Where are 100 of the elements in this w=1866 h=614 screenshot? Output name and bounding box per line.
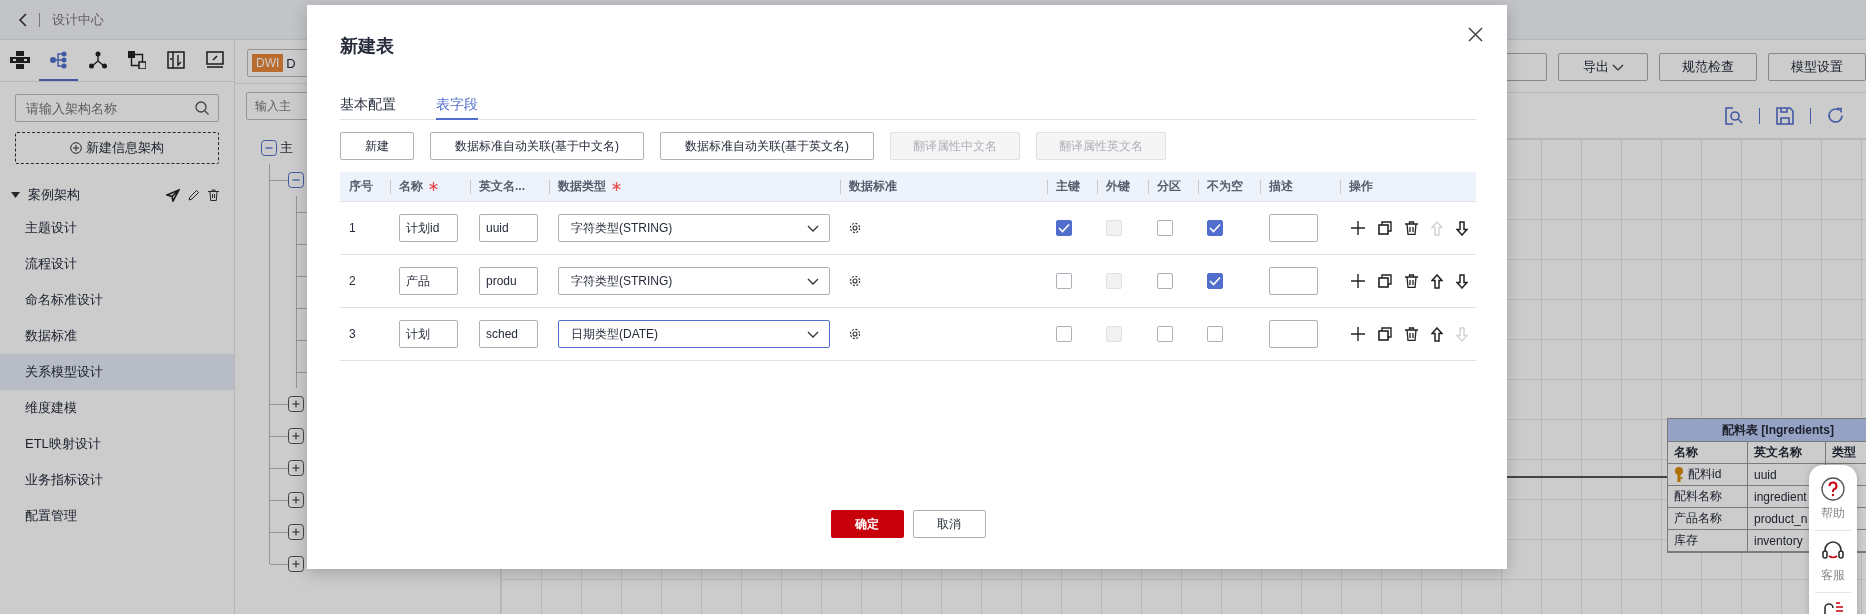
checkbox[interactable] bbox=[1056, 273, 1072, 289]
column-header: 名称 bbox=[1668, 442, 1748, 464]
data-type-select[interactable]: 日期类型(DATE) bbox=[558, 320, 830, 348]
close-icon[interactable] bbox=[1468, 27, 1483, 42]
collapse-icon[interactable] bbox=[261, 140, 277, 156]
feedback-icon bbox=[1822, 601, 1844, 614]
field-name: 配料名称 bbox=[1674, 488, 1722, 505]
field-name: 配料id bbox=[1688, 466, 1722, 483]
plus-circle-icon bbox=[70, 142, 82, 154]
sidebar-item[interactable]: 配置管理 bbox=[0, 498, 234, 534]
checkbox[interactable] bbox=[1157, 220, 1173, 236]
expand-icon[interactable] bbox=[288, 556, 304, 572]
entity-title: 配料表 [Ingredients] bbox=[1668, 419, 1866, 442]
description-input[interactable] bbox=[1269, 267, 1318, 295]
tab[interactable]: 表字段 bbox=[436, 90, 478, 120]
settings-icon[interactable] bbox=[849, 222, 861, 234]
column-header: 描述 bbox=[1269, 178, 1293, 195]
expand-icon[interactable] bbox=[288, 492, 304, 508]
name-input[interactable]: 计划 bbox=[399, 320, 458, 348]
expand-icon[interactable] bbox=[288, 524, 304, 540]
caret-icon[interactable] bbox=[11, 192, 20, 198]
checkbox[interactable] bbox=[1207, 326, 1223, 342]
tree-node-label[interactable]: 主 bbox=[280, 139, 293, 157]
checkbox[interactable] bbox=[1157, 273, 1173, 289]
add-icon[interactable] bbox=[1351, 274, 1365, 288]
sidebar-item[interactable]: 关系模型设计 bbox=[0, 354, 234, 390]
copy-icon[interactable] bbox=[1378, 327, 1392, 341]
grid-nodes-icon bbox=[9, 50, 30, 69]
zoom-fit-icon[interactable] bbox=[1725, 106, 1743, 125]
expand-icon[interactable] bbox=[288, 428, 304, 444]
move-down-icon[interactable] bbox=[1456, 220, 1468, 236]
help-icon bbox=[1821, 477, 1845, 501]
english-name-input[interactable]: sched bbox=[479, 320, 538, 348]
tab[interactable]: 基本配置 bbox=[340, 90, 396, 120]
sidebar-item[interactable]: 数据标准 bbox=[0, 318, 234, 354]
send-icon[interactable] bbox=[166, 188, 180, 202]
toolbar-button[interactable]: 新建 bbox=[340, 132, 414, 160]
checkbox[interactable] bbox=[1157, 326, 1173, 342]
expand-icon[interactable] bbox=[288, 460, 304, 476]
back-icon[interactable] bbox=[18, 12, 27, 27]
column-header: 名称 bbox=[399, 178, 423, 195]
delete-icon[interactable] bbox=[1405, 274, 1418, 288]
add-icon[interactable] bbox=[1351, 221, 1365, 235]
search-icon bbox=[195, 101, 209, 115]
move-up-icon[interactable] bbox=[1431, 273, 1443, 289]
checkbox[interactable] bbox=[1207, 220, 1223, 236]
field-name: 库存 bbox=[1674, 532, 1698, 549]
english-name-input[interactable]: uuid bbox=[479, 214, 538, 242]
search-field[interactable]: 请输入架构名称 bbox=[15, 94, 219, 122]
toolbar-button[interactable]: 模型设置 bbox=[1768, 53, 1866, 81]
delete-icon[interactable] bbox=[208, 189, 219, 201]
save-icon[interactable] bbox=[1776, 106, 1794, 125]
field-name: 产品名称 bbox=[1674, 510, 1722, 527]
delete-icon[interactable] bbox=[1405, 327, 1418, 341]
description-input[interactable] bbox=[1269, 320, 1318, 348]
help-widget-item[interactable] bbox=[1822, 599, 1844, 614]
description-input[interactable] bbox=[1269, 214, 1318, 242]
data-type-select[interactable]: 字符类型(STRING) bbox=[558, 214, 830, 242]
new-architecture-button[interactable]: 新建信息架构 bbox=[15, 132, 219, 164]
checkbox[interactable] bbox=[1056, 220, 1072, 236]
english-name-input[interactable]: produ bbox=[479, 267, 538, 295]
edit-icon[interactable] bbox=[188, 189, 200, 201]
toolbar-button[interactable]: 数据标准自动关联(基于英文名) bbox=[660, 132, 874, 160]
collapse-icon[interactable] bbox=[288, 172, 304, 188]
refresh-icon[interactable] bbox=[1827, 107, 1844, 124]
sidebar-item[interactable]: 维度建模 bbox=[0, 390, 234, 426]
toolbar-button[interactable]: 导出 bbox=[1558, 53, 1648, 81]
name-input[interactable]: 产品 bbox=[399, 267, 458, 295]
layer-name: D bbox=[286, 55, 296, 71]
expand-icon[interactable] bbox=[288, 396, 304, 412]
settings-icon[interactable] bbox=[849, 328, 861, 340]
column-header: 序号 bbox=[349, 178, 373, 195]
checkbox[interactable] bbox=[1207, 273, 1223, 289]
flowchart-icon bbox=[127, 50, 146, 69]
row-number: 1 bbox=[349, 221, 356, 235]
move-up-icon[interactable] bbox=[1431, 326, 1443, 342]
add-icon[interactable] bbox=[1351, 327, 1365, 341]
monitor-icon bbox=[205, 50, 224, 69]
copy-icon[interactable] bbox=[1378, 221, 1392, 235]
column-header: 外键 bbox=[1106, 178, 1130, 195]
confirm-button[interactable]: 确定 bbox=[830, 510, 904, 538]
tree-label[interactable]: 案例架构 bbox=[28, 186, 158, 204]
sidebar-item[interactable]: ETL映射设计 bbox=[0, 426, 234, 462]
settings-icon[interactable] bbox=[849, 275, 861, 287]
chevron-down-icon bbox=[807, 277, 819, 285]
branch-icon bbox=[49, 50, 68, 69]
cancel-button[interactable]: 取消 bbox=[912, 510, 986, 538]
sidebar-item[interactable]: 流程设计 bbox=[0, 246, 234, 282]
sidebar-item[interactable]: 主题设计 bbox=[0, 210, 234, 246]
sidebar-item[interactable]: 命名标准设计 bbox=[0, 282, 234, 318]
move-down-icon[interactable] bbox=[1456, 273, 1468, 289]
copy-icon[interactable] bbox=[1378, 274, 1392, 288]
toolbar-button[interactable]: 规范检查 bbox=[1659, 53, 1757, 81]
delete-icon[interactable] bbox=[1405, 221, 1418, 235]
sidebar-item[interactable]: 业务指标设计 bbox=[0, 462, 234, 498]
data-type-select[interactable]: 字符类型(STRING) bbox=[558, 267, 830, 295]
checkbox[interactable] bbox=[1056, 326, 1072, 342]
toolbar-button[interactable]: 数据标准自动关联(基于中文名) bbox=[430, 132, 644, 160]
name-input[interactable]: 计划id bbox=[399, 214, 458, 242]
column-header: 数据类型 bbox=[558, 178, 606, 195]
